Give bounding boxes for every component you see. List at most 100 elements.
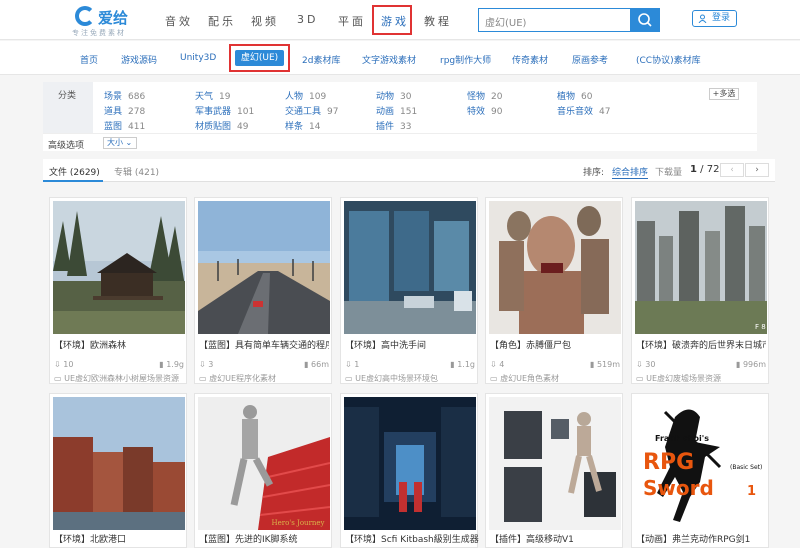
advanced-options-row: 高级选项 大小 ⌄ [43,133,757,151]
filter-label: 分类 [58,91,77,101]
tab-albums[interactable]: 专辑 (421) [114,165,159,178]
asset-thumbnail[interactable]: Hero's Journey [198,397,330,530]
asset-card[interactable]: 【环境】Scfi Kitbash級别生成器 [340,393,479,548]
asset-thumbnail[interactable]: Frank choi's RPG (Basic Set) Sword 1 [635,397,767,530]
asset-title[interactable]: 【角色】赤膊僵尸包 [490,338,620,351]
asset-title[interactable]: 【环境】破溃奔的后世界末日城市群 [636,338,766,351]
cat-ue-highlight: 虚幻(UE) [229,44,290,72]
asset-source[interactable]: ▭ UE虚幻欧洲森林小树屋场景资源 [54,373,184,384]
asset-thumbnail[interactable] [53,201,185,334]
asset-thumbnail[interactable] [489,397,621,530]
filter-item[interactable]: 蓝图 411 [104,119,145,132]
asset-source[interactable]: ▭ 虚幻UE角色素材 [490,373,620,384]
cat-unity3d[interactable]: Unity3D [180,53,216,63]
login-label: 登录 [711,13,730,23]
asset-thumbnail[interactable] [344,397,476,530]
multi-select-button[interactable]: +多选 [709,88,739,100]
asset-title[interactable]: 【环境】Scfi Kitbash級别生成器 [345,532,479,545]
asset-card[interactable]: 【蓝图】具有简单车辆交通的程序... ⇩ 3 ▮ 66m ▭ 虚幻UE程序化素材 [194,197,332,384]
file-size: ▮ 66m [304,360,329,369]
asset-title[interactable]: 【环境】高中洗手间 [345,338,475,351]
nav-game[interactable]: 游戏 [381,13,409,29]
cat-legend[interactable]: 传奇素材 [512,53,548,66]
asset-card[interactable]: 【环境】欧洲森林 ⇩ 10 ▮ 1.9g ▭ UE虚幻欧洲森林小树屋场景资源 [49,197,187,384]
download-count: ⇩ 10 [54,360,74,369]
asset-source[interactable]: ▭ UE虚幻废墟场景资源 [636,373,766,384]
nav-3d[interactable]: 3D [297,13,318,26]
asset-thumbnail[interactable] [489,201,621,334]
chevron-right-icon: › [755,165,759,175]
nav-tutorial[interactable]: 教程 [424,13,452,29]
filter-item[interactable]: 样条 14 [285,119,320,132]
download-icon: ⇩ [490,360,497,369]
asset-title[interactable]: 【环境】欧洲森林 [54,338,184,351]
sort-downloads[interactable]: 下载量 [655,165,682,178]
filter-item[interactable]: 植物 60 [557,89,592,102]
asset-card[interactable]: 【插件】高级移动V1 [485,393,623,548]
filter-item[interactable]: 人物 109 [285,89,326,102]
cat-home[interactable]: 首页 [80,53,98,66]
asset-source[interactable]: ▭ UE虚幻高中场景环境包 [345,373,475,384]
nav-video[interactable]: 视频 [251,13,279,29]
asset-card[interactable]: 【角色】赤膊僵尸包 ⇩ 4 ▮ 519m ▭ 虚幻UE角色素材 [485,197,623,384]
asset-source[interactable]: ▭ 虚幻UE程序化素材 [199,373,329,384]
asset-title[interactable]: 【插件】高级移动V1 [490,532,574,545]
asset-card[interactable]: F 8 【环境】破溃奔的后世界末日城市群 ⇩ 30 ▮ 996m ▭ UE虚幻废… [631,197,769,384]
thumb-sword-text: Sword [643,476,714,500]
cat-rpg-maker[interactable]: rpg制作大师 [440,53,491,66]
asset-thumbnail[interactable] [198,201,330,334]
sort-comprehensive[interactable]: 综合排序 [612,165,649,179]
asset-card[interactable]: Frank choi's RPG (Basic Set) Sword 1 【动画… [631,393,769,548]
filter-item[interactable]: 动画 151 [376,104,417,117]
cat-cc[interactable]: (CC协议)素材库 [636,53,701,66]
asset-title[interactable]: 【动画】弗兰克动作RPG剑1 [636,532,750,545]
asset-title[interactable]: 【环境】北欧港口 [54,532,126,545]
nav-sound[interactable]: 音效 [165,13,193,29]
filter-item[interactable]: 军事武器 101 [195,104,254,117]
thumb-basic-set-text: (Basic Set) [730,464,762,471]
asset-card[interactable]: 【环境】北欧港口 [49,393,187,548]
tab-files-underline [43,180,103,182]
size-select[interactable]: 大小 ⌄ [103,137,137,149]
thumb-rpg-text: RPG [643,450,694,475]
asset-card[interactable]: Hero's Journey 【蓝图】先进的IK脚系统 [194,393,332,548]
login-button[interactable]: 登录 [692,10,737,27]
nav-graphic[interactable]: 平面 [338,13,366,29]
download-icon: ⇩ [54,360,61,369]
page-indicator: 1 / 72 [690,164,720,175]
asset-title[interactable]: 【蓝图】具有简单车辆交通的程序... [199,338,329,351]
filter-item[interactable]: 道具 278 [104,104,145,117]
cat-game-source[interactable]: 游戏源码 [121,53,157,66]
search-icon [638,13,652,27]
filter-item[interactable]: 材质贴图 49 [195,119,248,132]
nav-music[interactable]: 配乐 [208,13,236,29]
filter-item[interactable]: 交通工具 97 [285,104,338,117]
asset-thumbnail[interactable] [53,397,185,530]
filter-item[interactable]: 场景 686 [104,89,145,102]
filter-item[interactable]: 动物 30 [376,89,411,102]
folder-icon: ▭ [490,374,498,383]
cat-text-game[interactable]: 文字游戏素材 [362,53,416,66]
cat-concept-art[interactable]: 原画参考 [572,53,608,66]
tab-files[interactable]: 文件 (2629) [49,165,100,178]
search-input[interactable]: 虚幻(UE) [478,8,660,32]
prev-page-button[interactable]: ‹ [720,163,744,177]
logo-icon[interactable] [75,6,95,26]
search-button[interactable] [630,8,660,32]
filter-item[interactable]: 插件 33 [376,119,411,132]
filter-item[interactable]: 音乐音效 47 [557,104,610,117]
download-icon: ⇩ [199,360,206,369]
folder-icon: ▭ [54,374,62,383]
folder-icon: ▭ [345,374,353,383]
cat-2d[interactable]: 2d素材库 [302,53,340,66]
asset-card[interactable]: 【环境】高中洗手间 ⇩ 1 ▮ 1.1g ▭ UE虚幻高中场景环境包 [340,197,478,384]
logo-text[interactable]: 爱给 [98,7,128,28]
filter-item[interactable]: 特效 90 [467,104,502,117]
asset-thumbnail[interactable]: F 8 [635,201,767,334]
asset-title[interactable]: 【蓝图】先进的IK脚系统 [199,532,298,545]
filter-item[interactable]: 天气 19 [195,89,230,102]
asset-thumbnail[interactable] [344,201,476,334]
cat-ue[interactable]: 虚幻(UE) [235,50,284,66]
filter-item[interactable]: 怪物 20 [467,89,502,102]
next-page-button[interactable]: › [745,163,769,177]
